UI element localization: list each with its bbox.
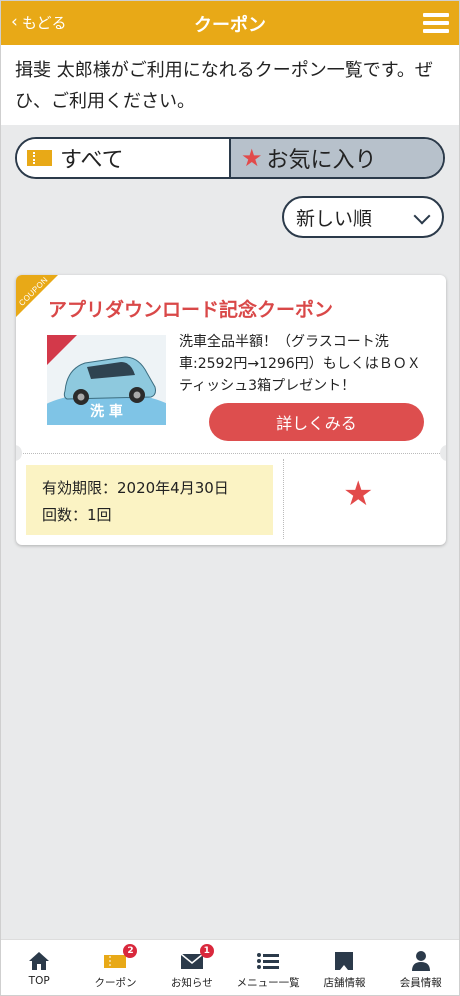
tab-favorites-label: お気に入り	[266, 148, 377, 173]
page-title: クーポン	[194, 15, 266, 36]
nav-member-info[interactable]: 会員情報	[383, 940, 459, 995]
app-screen: ‹ もどる クーポン 揖斐 太郎様がご利用になれるクーポン一覧です。ぜひ、ご利用…	[0, 0, 460, 996]
coupon-description: 洗車全品半額！（グラスコート洗車:2592円→1296円）もしくはＢＯＸティッシ…	[179, 334, 421, 394]
card-notch-right	[440, 445, 446, 461]
nav-member-info-label: 会員情報	[399, 977, 442, 989]
notices-badge: 1	[199, 944, 214, 958]
nav-coupon[interactable]: 2 クーポン	[77, 940, 153, 995]
coupon-validity-box: 有効期限：2020年4月30日 回数：1回	[26, 465, 273, 535]
shop-icon	[333, 950, 355, 972]
filter-tabs: すべて ★ お気に入り	[15, 137, 445, 179]
nav-coupon-label: クーポン	[94, 977, 137, 989]
home-icon	[28, 950, 50, 972]
coupon-image: 洗 車	[47, 335, 166, 425]
tab-favorites[interactable]: ★ お気に入り	[231, 139, 443, 177]
bottom-navigation: TOP 2 クーポン 1 お知らせ メニュー一覧 店舗情報 会員情報	[1, 939, 459, 995]
nav-top[interactable]: TOP	[1, 940, 77, 995]
person-icon	[410, 950, 432, 972]
sort-selected-value: 新しい順	[296, 207, 373, 230]
list-icon	[256, 950, 280, 972]
tab-all-label: すべて	[60, 148, 124, 173]
coupon-image-caption: 洗 車	[90, 404, 123, 420]
usage-count: 回数：1回	[42, 506, 112, 524]
sort-select[interactable]: 新しい順	[282, 196, 444, 238]
nav-shop-info[interactable]: 店舗情報	[306, 940, 382, 995]
nav-notices-label: お知らせ	[170, 977, 213, 989]
tab-all[interactable]: すべて	[17, 139, 231, 177]
star-icon: ★	[241, 144, 263, 172]
favorite-star-icon[interactable]: ★	[343, 477, 373, 511]
vertical-divider	[283, 459, 284, 539]
coupon-card: COUPON アプリダウンロード記念クーポン 洗 車 洗車全品半額！（グラスコー…	[16, 275, 446, 545]
card-divider	[16, 453, 446, 454]
chevron-down-icon	[413, 207, 431, 225]
nav-shop-info-label: 店舗情報	[323, 977, 366, 989]
nav-notices[interactable]: 1 お知らせ	[154, 940, 230, 995]
mail-icon: 1	[180, 944, 214, 972]
coupon-title: アプリダウンロード記念クーポン	[48, 299, 334, 321]
nav-menu-list-label: メニュー一覧	[236, 977, 300, 989]
hamburger-menu-icon[interactable]	[423, 13, 449, 33]
ticket-icon: 2	[103, 944, 138, 972]
details-button[interactable]: 詳しくみる	[209, 403, 424, 441]
ticket-icon	[27, 150, 52, 166]
expiry-date: 有効期限：2020年4月30日	[42, 479, 229, 497]
header-bar: ‹ もどる クーポン	[1, 1, 459, 45]
intro-text: 揖斐 太郎様がご利用になれるクーポン一覧です。ぜひ、ご利用ください。	[1, 45, 459, 125]
nav-top-label: TOP	[28, 975, 50, 987]
card-notch-left	[16, 445, 22, 461]
nav-menu-list[interactable]: メニュー一覧	[230, 940, 306, 995]
coupon-badge: 2	[123, 944, 138, 958]
